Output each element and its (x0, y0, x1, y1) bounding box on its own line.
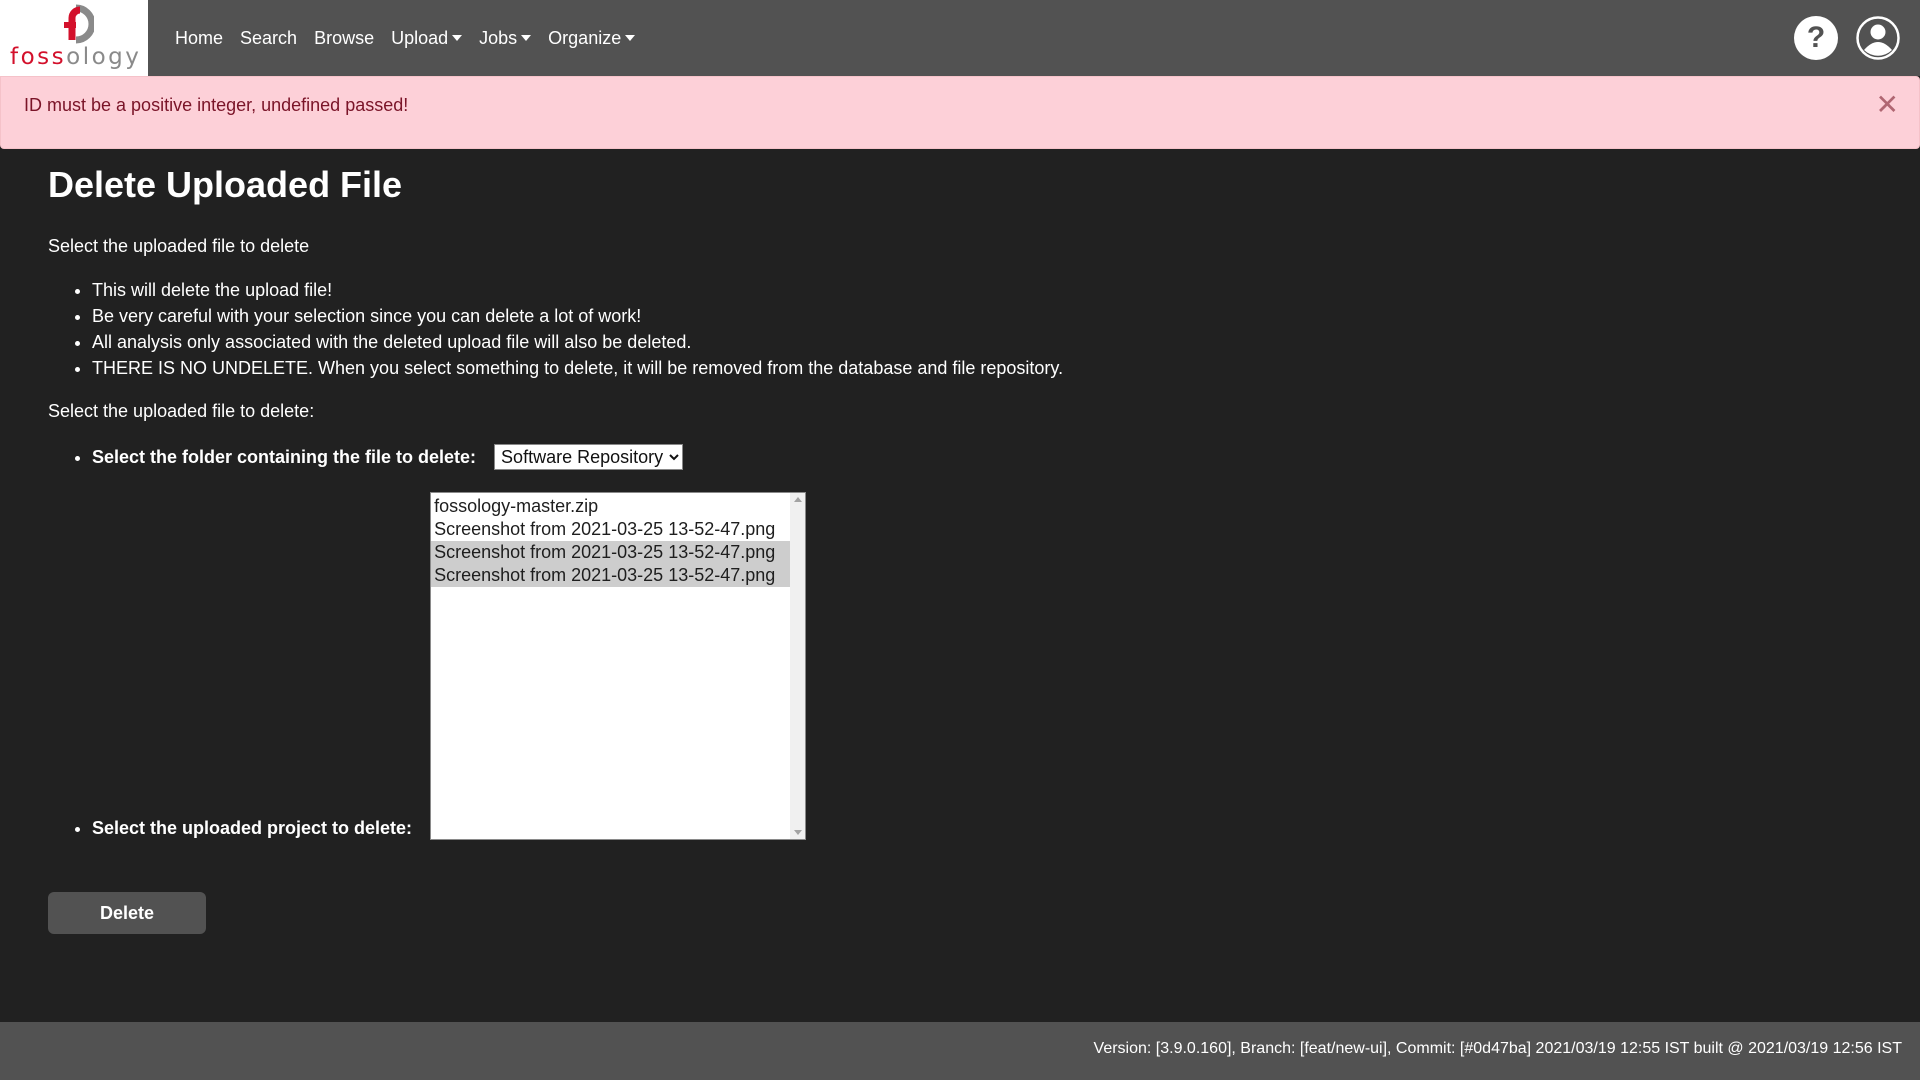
folder-select[interactable]: Software Repository (494, 444, 684, 470)
nav-organize-label: Organize (548, 27, 622, 48)
project-field: Select the uploaded project to delete: f… (92, 492, 1848, 840)
fossology-logo-icon (64, 4, 94, 44)
caret-down-icon (452, 35, 463, 41)
scroll-up-arrow-icon[interactable] (794, 497, 803, 502)
logo-wordmark: fossology (10, 44, 141, 70)
nav-search-label: Search (240, 27, 298, 48)
nav-browse-label: Browse (314, 27, 375, 48)
intro-text: Select the uploaded file to delete (48, 236, 310, 256)
caret-down-icon (625, 35, 636, 41)
error-alert: ID must be a positive integer, undefined… (0, 76, 1920, 149)
folder-field: Select the folder containing the file to… (92, 442, 1848, 472)
scroll-down-arrow-icon[interactable] (794, 830, 803, 835)
nav-home-label: Home (175, 27, 224, 48)
page-title: Delete Uploaded File (48, 164, 403, 205)
caret-down-icon (521, 35, 532, 41)
warning-item: Be very careful with your selection sinc… (92, 303, 1848, 329)
upload-option-selected[interactable]: Screenshot from 2021-03-25 13-52-47.png (431, 564, 791, 587)
listbox-scrollbar[interactable] (790, 493, 806, 839)
nav-home[interactable]: Home (175, 28, 223, 49)
nav-browse[interactable]: Browse (314, 28, 374, 49)
footer: Version: [3.9.0.160], Branch: [feat/new-… (0, 1022, 1920, 1080)
fossology-logo[interactable]: fossology (0, 0, 148, 76)
logo-wordmark-gray: ology (66, 44, 142, 70)
project-label: Select the uploaded project to delete: (92, 818, 413, 838)
alert-message: ID must be a positive integer, undefined… (24, 95, 409, 115)
upload-option-selected[interactable]: Screenshot from 2021-03-25 13-52-47.png (431, 541, 791, 564)
warning-item: All analysis only associated with the de… (92, 329, 1848, 355)
main-content: Delete Uploaded File Select the uploaded… (48, 164, 1848, 840)
warning-list: This will delete the upload file! Be ver… (48, 277, 1848, 381)
folder-label: Select the folder containing the file to… (92, 446, 477, 467)
navbar: fossology Home Search Browse Upload Jobs… (0, 0, 1920, 76)
nav-upload-label: Upload (391, 27, 449, 48)
select-intro-text: Select the uploaded file to delete: (48, 401, 315, 421)
version-info: Version: [3.9.0.160], Branch: [feat/new-… (1093, 1040, 1902, 1057)
upload-option[interactable]: Screenshot from 2021-03-25 13-52-47.png (431, 518, 790, 541)
nav-jobs-dropdown[interactable]: Jobs (479, 27, 532, 49)
warning-item: THERE IS NO UNDELETE. When you select so… (92, 355, 1848, 381)
nav-search[interactable]: Search (240, 28, 297, 49)
nav-jobs-label: Jobs (479, 27, 518, 48)
help-icon[interactable]: ? (1794, 16, 1838, 60)
nav-upload-dropdown[interactable]: Upload (391, 27, 463, 49)
delete-form: Select the folder containing the file to… (48, 442, 1848, 840)
close-icon[interactable]: ✕ (1876, 91, 1899, 119)
user-account-icon[interactable] (1856, 16, 1900, 60)
upload-option[interactable]: fossology-master.zip (431, 495, 790, 518)
upload-listbox[interactable]: fossology-master.zip Screenshot from 202… (430, 492, 807, 840)
nav-organize-dropdown[interactable]: Organize (548, 27, 636, 49)
warning-item: This will delete the upload file! (92, 277, 1848, 303)
delete-button[interactable]: Delete (48, 892, 206, 934)
main-nav: Home Search Browse Upload Jobs Organize (175, 0, 652, 76)
logo-wordmark-red: foss (10, 44, 67, 70)
